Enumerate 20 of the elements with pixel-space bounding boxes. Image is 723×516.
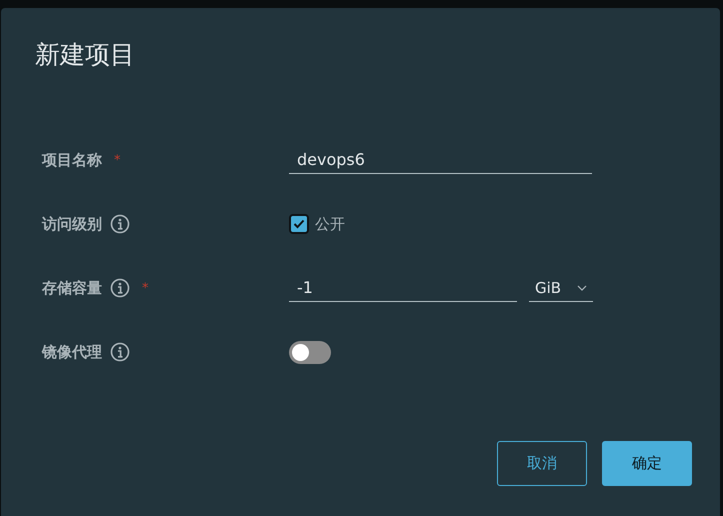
info-icon[interactable] xyxy=(110,278,130,298)
checkbox-label: 公开 xyxy=(315,214,345,234)
text-field[interactable]: devops6 xyxy=(289,146,592,174)
cancel-button[interactable]: 取消 xyxy=(497,441,587,486)
field-label: 存储容量 xyxy=(42,278,102,298)
field-label: 镜像代理 xyxy=(42,342,102,362)
toggle-switch[interactable] xyxy=(289,340,331,364)
checkbox[interactable] xyxy=(289,214,309,234)
number-field[interactable]: -1 xyxy=(289,274,517,302)
info-icon[interactable] xyxy=(110,342,130,362)
check-icon xyxy=(293,219,305,229)
required-mark: * xyxy=(114,152,120,168)
unit-dropdown[interactable]: GiB xyxy=(529,275,593,302)
caret-icon xyxy=(577,285,587,291)
field-label: 项目名称 xyxy=(42,150,102,170)
confirm-button[interactable]: 确定 xyxy=(602,441,692,486)
required-mark: * xyxy=(142,280,148,296)
dialog-title: 新建项目 xyxy=(35,39,135,71)
info-icon[interactable] xyxy=(110,214,130,234)
field-label: 访问级别 xyxy=(42,214,102,234)
